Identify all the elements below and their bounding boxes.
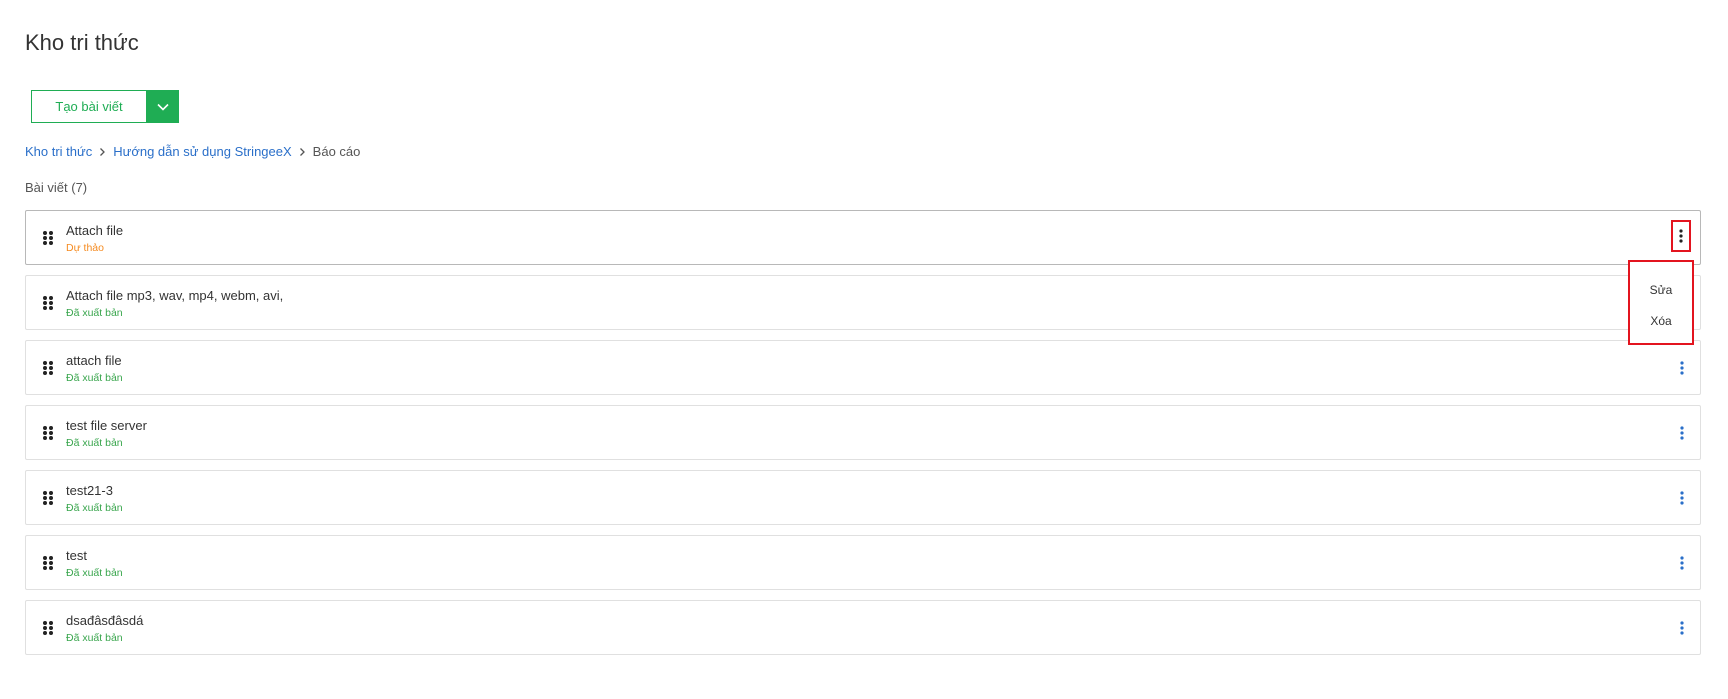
row-menu-button[interactable] xyxy=(1673,483,1691,513)
drag-handle-icon[interactable] xyxy=(42,295,54,311)
article-row[interactable]: Attach file mp3, wav, mp4, webm, avi, Đã… xyxy=(25,275,1701,330)
more-vertical-icon xyxy=(1679,229,1683,243)
article-status: Đã xuất bản xyxy=(66,632,123,644)
article-row[interactable]: attach file Đã xuất bản xyxy=(25,340,1701,395)
article-status: Đã xuất bản xyxy=(66,307,123,319)
drag-handle-icon[interactable] xyxy=(42,555,54,571)
chevron-right-icon xyxy=(299,147,306,157)
more-vertical-icon xyxy=(1680,491,1684,505)
article-title[interactable]: attach file xyxy=(66,353,122,368)
article-status: Đã xuất bản xyxy=(66,502,123,514)
row-menu-button[interactable] xyxy=(1671,220,1691,252)
article-title[interactable]: Attach file xyxy=(66,223,123,238)
create-article-group: Tạo bài viết xyxy=(31,90,179,123)
create-article-button[interactable]: Tạo bài viết xyxy=(31,90,146,123)
breadcrumb-link-kb[interactable]: Kho tri thức xyxy=(25,144,92,159)
article-title[interactable]: test21-3 xyxy=(66,483,113,498)
more-vertical-icon xyxy=(1680,361,1684,375)
article-status: Đã xuất bản xyxy=(66,437,123,449)
drag-handle-icon[interactable] xyxy=(42,360,54,376)
drag-handle-icon[interactable] xyxy=(42,620,54,636)
drag-handle-icon[interactable] xyxy=(42,230,54,246)
menu-item-delete[interactable]: Xóa xyxy=(1630,314,1692,328)
article-title[interactable]: Attach file mp3, wav, mp4, webm, avi, xyxy=(66,288,283,303)
article-row[interactable]: dsađâsđâsdá Đã xuất bản xyxy=(25,600,1701,655)
more-vertical-icon xyxy=(1680,426,1684,440)
article-title[interactable]: test xyxy=(66,548,87,563)
create-options-dropdown[interactable] xyxy=(146,90,179,123)
article-row[interactable]: test21-3 Đã xuất bản xyxy=(25,470,1701,525)
more-vertical-icon xyxy=(1680,621,1684,635)
article-row[interactable]: Attach file Dự thảo xyxy=(25,210,1701,265)
article-count: Bài viết (7) xyxy=(25,180,88,195)
article-title[interactable]: dsađâsđâsdá xyxy=(66,613,143,628)
article-status: Đã xuất bản xyxy=(66,567,123,579)
article-row[interactable]: test Đã xuất bản xyxy=(25,535,1701,590)
more-vertical-icon xyxy=(1680,556,1684,570)
page-title: Kho tri thức xyxy=(25,30,139,55)
article-row[interactable]: test file server Đã xuất bản xyxy=(25,405,1701,460)
breadcrumb-link-guide[interactable]: Hướng dẫn sử dụng StringeeX xyxy=(113,144,291,159)
article-list: Attach file Dự thảo Attach file mp3, wav… xyxy=(25,210,1701,665)
row-context-menu: Sửa Xóa xyxy=(1628,260,1694,345)
row-menu-button[interactable] xyxy=(1673,613,1691,643)
row-menu-button[interactable] xyxy=(1673,418,1691,448)
article-status: Dự thảo xyxy=(66,242,104,254)
breadcrumb: Kho tri thức Hướng dẫn sử dụng StringeeX… xyxy=(25,144,360,159)
row-menu-button[interactable] xyxy=(1673,353,1691,383)
breadcrumb-current: Báo cáo xyxy=(312,144,361,159)
drag-handle-icon[interactable] xyxy=(42,490,54,506)
chevron-down-icon xyxy=(156,103,169,111)
chevron-right-icon xyxy=(99,147,106,157)
row-menu-button[interactable] xyxy=(1673,548,1691,578)
menu-item-edit[interactable]: Sửa xyxy=(1630,283,1692,297)
article-title[interactable]: test file server xyxy=(66,418,147,433)
article-status: Đã xuất bản xyxy=(66,372,123,384)
drag-handle-icon[interactable] xyxy=(42,425,54,441)
